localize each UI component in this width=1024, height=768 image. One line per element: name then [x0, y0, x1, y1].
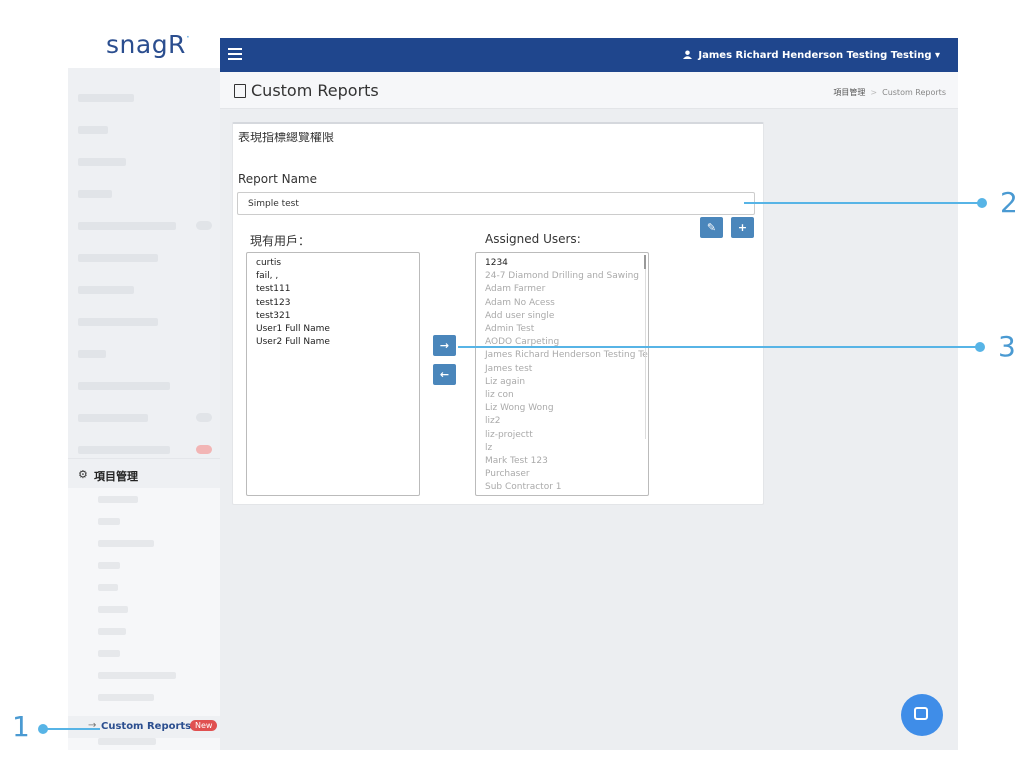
- list-item[interactable]: Purchaser: [476, 468, 648, 481]
- list-item[interactable]: liz2: [476, 415, 648, 428]
- sidebar-item[interactable]: [68, 88, 220, 108]
- sidebar-item[interactable]: [68, 440, 220, 460]
- new-badge: New: [190, 720, 218, 731]
- sidebar-item-label: Custom Reports: [101, 721, 192, 732]
- chat-icon: [914, 707, 928, 720]
- document-icon: [234, 84, 246, 98]
- assigned-users-title: Assigned Users:: [485, 232, 581, 246]
- submenu-item[interactable]: [98, 738, 156, 745]
- sidebar-section-label: 項目管理: [94, 470, 138, 483]
- sidebar-submenu: [68, 488, 220, 750]
- callout-line: [42, 728, 100, 730]
- unassign-user-button[interactable]: ←: [433, 364, 456, 385]
- submenu-item[interactable]: [98, 496, 138, 503]
- user-icon: [683, 50, 693, 59]
- callout-line: [744, 202, 982, 204]
- list-item[interactable]: James test: [476, 363, 648, 376]
- edit-report-button[interactable]: ✎: [700, 217, 723, 238]
- list-item[interactable]: liz con: [476, 389, 648, 402]
- report-name-input[interactable]: [237, 192, 755, 215]
- sidebar-item[interactable]: [68, 312, 220, 332]
- existing-users-list[interactable]: curtis fail, , test111 test123 test321 User1 …: [246, 252, 420, 496]
- arrow-left-icon: ←: [439, 368, 450, 381]
- sidebar-section-project-management[interactable]: ⚙ 項目管理: [68, 458, 220, 490]
- list-item[interactable]: test123: [247, 297, 419, 310]
- list-item[interactable]: Adam No Acess: [476, 297, 648, 310]
- list-item[interactable]: 1234: [476, 257, 648, 270]
- page-header: Custom Reports 項目管理 > Custom Reports: [220, 72, 958, 109]
- breadcrumb-current: Custom Reports: [882, 88, 946, 97]
- submenu-item[interactable]: [98, 694, 154, 701]
- list-item[interactable]: Liz again: [476, 376, 648, 389]
- custom-report-panel: 表現指標總覽權限 Report Name ✎ + 現有用戶： curtisfai…: [232, 122, 764, 505]
- list-item[interactable]: Liz Wong Wong: [476, 402, 648, 415]
- list-item[interactable]: Admin Test: [476, 323, 648, 336]
- plus-icon: +: [737, 221, 748, 234]
- breadcrumb-parent[interactable]: 項目管理: [833, 88, 865, 97]
- callout-dot: [977, 198, 987, 208]
- assigned-users-list[interactable]: 1234 24-7 Diamond Drilling and Sawing Adam…: [475, 252, 649, 496]
- list-item[interactable]: 24-7 Diamond Drilling and Sawing: [476, 270, 648, 283]
- list-item[interactable]: User1 Full Name: [247, 323, 419, 336]
- list-item[interactable]: Add user single: [476, 310, 648, 323]
- user-name: James Richard Henderson Testing Testing …: [698, 50, 940, 61]
- callout-number: 3: [998, 330, 1016, 363]
- top-navbar: James Richard Henderson Testing Testing …: [220, 38, 958, 72]
- sidebar-item[interactable]: [68, 408, 220, 428]
- snagr-logo[interactable]: snagR·: [106, 30, 190, 59]
- submenu-item[interactable]: [98, 672, 176, 679]
- breadcrumb: 項目管理 > Custom Reports: [833, 88, 946, 97]
- submenu-item[interactable]: [98, 628, 126, 635]
- list-item[interactable]: curtis: [247, 257, 419, 270]
- list-item[interactable]: Mark Test 123: [476, 455, 648, 468]
- submenu-item[interactable]: [98, 562, 120, 569]
- edit-icon: ✎: [706, 221, 717, 234]
- callout-dot: [38, 724, 48, 734]
- sidebar-item[interactable]: [68, 184, 220, 204]
- gears-icon: ⚙: [78, 468, 88, 481]
- sidebar-item[interactable]: [68, 280, 220, 300]
- chat-launcher-button[interactable]: [901, 694, 943, 736]
- callout-number: 1: [12, 710, 30, 743]
- sidebar-item[interactable]: [68, 120, 220, 140]
- submenu-item[interactable]: [98, 584, 118, 591]
- submenu-item[interactable]: [98, 518, 120, 525]
- list-item[interactable]: test321: [247, 310, 419, 323]
- callout-line: [458, 346, 980, 348]
- page-title: Custom Reports: [234, 81, 379, 100]
- sidebar-menu: [68, 68, 220, 488]
- sidebar-item[interactable]: [68, 344, 220, 364]
- sidebar-item[interactable]: [68, 248, 220, 268]
- list-item[interactable]: User2 Full Name: [247, 336, 419, 349]
- hamburger-menu-icon[interactable]: [228, 48, 242, 63]
- existing-users-title: 現有用戶：: [250, 234, 311, 248]
- submenu-item[interactable]: [98, 650, 120, 657]
- panel-title: 表現指標總覽權限: [238, 132, 335, 144]
- report-name-label: Report Name: [238, 172, 317, 186]
- assign-user-button[interactable]: →: [433, 335, 456, 356]
- user-menu-dropdown[interactable]: James Richard Henderson Testing Testing …: [683, 49, 940, 61]
- list-item[interactable]: test111: [247, 283, 419, 296]
- callout-number: 2: [1000, 186, 1018, 219]
- add-report-button[interactable]: +: [731, 217, 754, 238]
- list-item[interactable]: lz: [476, 442, 648, 455]
- list-item[interactable]: fail, ,: [247, 270, 419, 283]
- submenu-item[interactable]: [98, 540, 154, 547]
- sidebar: snagR· ⚙ 項目管理 → Custom Reports New: [68, 30, 220, 750]
- submenu-item[interactable]: [98, 606, 128, 613]
- list-item[interactable]: liz-projectt: [476, 429, 648, 442]
- arrow-right-icon: →: [439, 339, 450, 352]
- list-item[interactable]: James Richard Henderson Testing Testing: [476, 349, 648, 362]
- sidebar-item[interactable]: [68, 376, 220, 396]
- list-item[interactable]: Sub Contractor 1: [476, 481, 648, 494]
- callout-dot: [975, 342, 985, 352]
- sidebar-item[interactable]: [68, 152, 220, 172]
- sidebar-item-custom-reports[interactable]: → Custom Reports New: [68, 716, 220, 738]
- scrollbar-thumb[interactable]: [644, 255, 646, 269]
- list-item[interactable]: Adam Farmer: [476, 283, 648, 296]
- sidebar-item[interactable]: [68, 216, 220, 236]
